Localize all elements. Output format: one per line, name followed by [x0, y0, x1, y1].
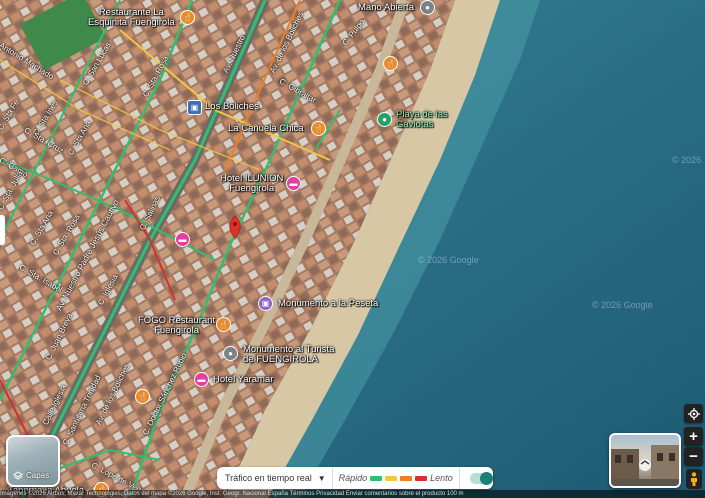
zoom-out-button[interactable]: − — [684, 447, 703, 466]
traffic-fast-label: Rápido — [338, 473, 368, 483]
caret-down-icon: ▼ — [317, 473, 326, 483]
satellite-map[interactable] — [0, 0, 705, 498]
place-hotel-ilunion[interactable]: Hotel ILUNION Fuengirola — [220, 174, 283, 194]
place-monumento-peseta[interactable]: Monumento a la Peseta — [278, 299, 378, 309]
layers-button[interactable]: Capas — [6, 435, 60, 487]
traffic-swatch — [415, 475, 428, 481]
place-canuela-chica[interactable]: La Cañuela Chica — [228, 124, 304, 134]
map-attribution: Imágenes ©2026 Airbus, Maxar Technologie… — [0, 490, 705, 498]
sidebar-toggle[interactable] — [0, 215, 5, 245]
beach-icon[interactable]: ● — [377, 112, 392, 127]
pegman-icon — [691, 472, 697, 486]
restaurant-icon[interactable]: 🍴 — [180, 10, 195, 25]
layers-icon — [13, 471, 23, 480]
traffic-swatch — [385, 475, 398, 481]
traffic-slow-label: Lento — [430, 473, 453, 483]
hotel-icon[interactable]: ▬ — [175, 232, 190, 247]
restaurant-icon[interactable]: 🍴 — [383, 56, 398, 71]
traffic-bar: Tráfico en tiempo real ▼ Rápido Lento — [217, 467, 493, 489]
toggle-knob — [479, 471, 493, 485]
place-los-boliches[interactable]: Los Boliches — [205, 102, 259, 112]
traffic-select-label: Tráfico en tiempo real — [225, 473, 312, 483]
place-fogo[interactable]: FOGO Restaurant Fuengirola — [138, 316, 215, 336]
hotel-icon[interactable]: ▬ — [194, 372, 209, 387]
traffic-swatch — [370, 475, 383, 481]
monument-icon[interactable]: ▣ — [258, 296, 273, 311]
street-view-thumbnail[interactable] — [609, 433, 681, 488]
my-location-button[interactable] — [684, 404, 703, 423]
place-monumento-turista[interactable]: Monumento al Turista de FUENGIROLA — [243, 345, 334, 365]
layers-label: Capas — [26, 471, 50, 480]
map-watermark: © 2026 Google — [592, 300, 653, 310]
restaurant-icon[interactable]: 🍴 — [216, 317, 231, 332]
crosshair-icon — [687, 407, 700, 420]
hotel-icon[interactable]: ▬ — [286, 176, 301, 191]
restaurant-icon[interactable]: 🍴 — [311, 121, 326, 136]
restaurant-icon[interactable]: 🍴 — [135, 389, 150, 404]
place-restaurante-esquinita[interactable]: Restaurante La Esquinita Fuengirola — [88, 8, 175, 28]
monument-icon[interactable]: ● — [223, 346, 238, 361]
traffic-layer-select[interactable]: Tráfico en tiempo real ▼ — [217, 467, 333, 489]
place-playa-gaviotas[interactable]: Playa de las Gaviotas — [396, 110, 448, 130]
traffic-swatch — [400, 475, 413, 481]
zoom-in-button[interactable]: + — [684, 427, 703, 446]
map-watermark: © 2026 — [672, 155, 702, 165]
place-mano-abierta[interactable]: Mano Abierta — [358, 3, 414, 13]
place-hotel-yaramar[interactable]: Hotel Yaramar — [213, 375, 273, 385]
street-view-pegman-button[interactable] — [686, 469, 702, 489]
street-view-image — [611, 445, 679, 486]
bus-stop-icon[interactable]: ▣ — [187, 100, 202, 115]
monument-icon[interactable]: ● — [420, 0, 435, 15]
traffic-legend: Rápido Lento — [333, 467, 460, 489]
map-watermark: © 2026 Google — [418, 255, 479, 265]
traffic-toggle[interactable] — [469, 471, 493, 485]
